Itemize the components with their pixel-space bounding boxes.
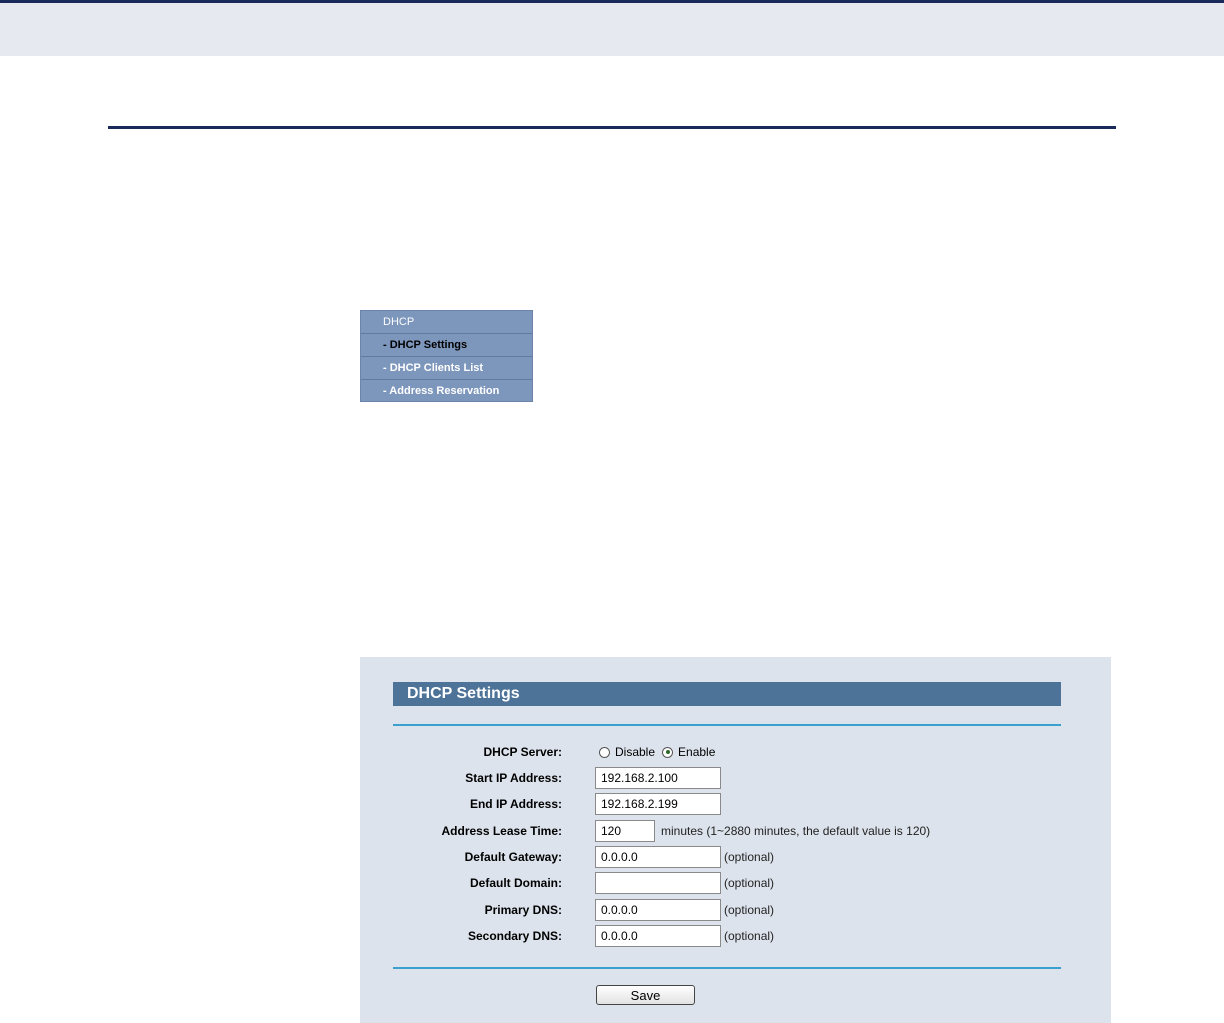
top-separator xyxy=(393,724,1061,726)
lease-time-input[interactable] xyxy=(595,820,655,842)
secondary-dns-optional-note: (optional) xyxy=(724,929,775,943)
page: DHCP - DHCP Settings - DHCP Clients List… xyxy=(0,0,1224,1023)
disable-radio-label[interactable]: Disable xyxy=(615,745,655,759)
menu-item-dhcp-clients-list[interactable]: - DHCP Clients List xyxy=(361,357,532,380)
row-start-ip: Start IP Address: xyxy=(360,767,1111,793)
bottom-separator xyxy=(393,967,1061,969)
domain-label: Default Domain: xyxy=(469,876,562,890)
end-ip-label: End IP Address: xyxy=(469,797,562,811)
dhcp-server-radio-group: Disable Enable xyxy=(599,741,722,763)
row-secondary-dns: Secondary DNS: (optional) xyxy=(360,925,1111,951)
top-band xyxy=(0,0,1224,56)
gateway-input[interactable] xyxy=(595,846,721,868)
gateway-label: Default Gateway: xyxy=(464,850,562,864)
secondary-dns-label: Secondary DNS: xyxy=(467,929,562,943)
lease-time-label: Address Lease Time: xyxy=(441,824,563,838)
primary-dns-label: Primary DNS: xyxy=(484,903,562,917)
primary-dns-input[interactable] xyxy=(595,899,721,921)
row-domain: Default Domain: (optional) xyxy=(360,872,1111,898)
row-end-ip: End IP Address: xyxy=(360,793,1111,819)
end-ip-input[interactable] xyxy=(595,793,721,815)
dhcp-settings-panel: DHCP Settings DHCP Server: Disable Enabl… xyxy=(360,657,1111,1023)
panel-title: DHCP Settings xyxy=(393,682,1061,706)
row-primary-dns: Primary DNS: (optional) xyxy=(360,899,1111,925)
row-dhcp-server: DHCP Server: Disable Enable xyxy=(360,741,1111,767)
secondary-dns-input[interactable] xyxy=(595,925,721,947)
menu-item-dhcp-settings[interactable]: - DHCP Settings xyxy=(361,334,532,357)
enable-radio[interactable] xyxy=(662,746,674,758)
enable-radio-label[interactable]: Enable xyxy=(678,745,715,759)
start-ip-input[interactable] xyxy=(595,767,721,789)
menu-item-address-reservation[interactable]: - Address Reservation xyxy=(361,380,532,403)
row-lease-time: Address Lease Time: minutes (1~2880 minu… xyxy=(360,820,1111,846)
dhcp-menu: DHCP - DHCP Settings - DHCP Clients List… xyxy=(360,310,533,402)
heading-rule xyxy=(108,126,1116,129)
dhcp-server-label: DHCP Server: xyxy=(483,745,562,759)
menu-item-dhcp[interactable]: DHCP xyxy=(361,311,532,334)
row-gateway: Default Gateway: (optional) xyxy=(360,846,1111,872)
save-button[interactable]: Save xyxy=(596,985,695,1005)
domain-input[interactable] xyxy=(595,872,721,894)
lease-time-note: minutes (1~2880 minutes, the default val… xyxy=(661,824,931,838)
domain-optional-note: (optional) xyxy=(724,876,775,890)
primary-dns-optional-note: (optional) xyxy=(724,903,775,917)
disable-radio[interactable] xyxy=(599,746,610,758)
gateway-optional-note: (optional) xyxy=(724,850,775,864)
start-ip-label: Start IP Address: xyxy=(465,771,562,785)
